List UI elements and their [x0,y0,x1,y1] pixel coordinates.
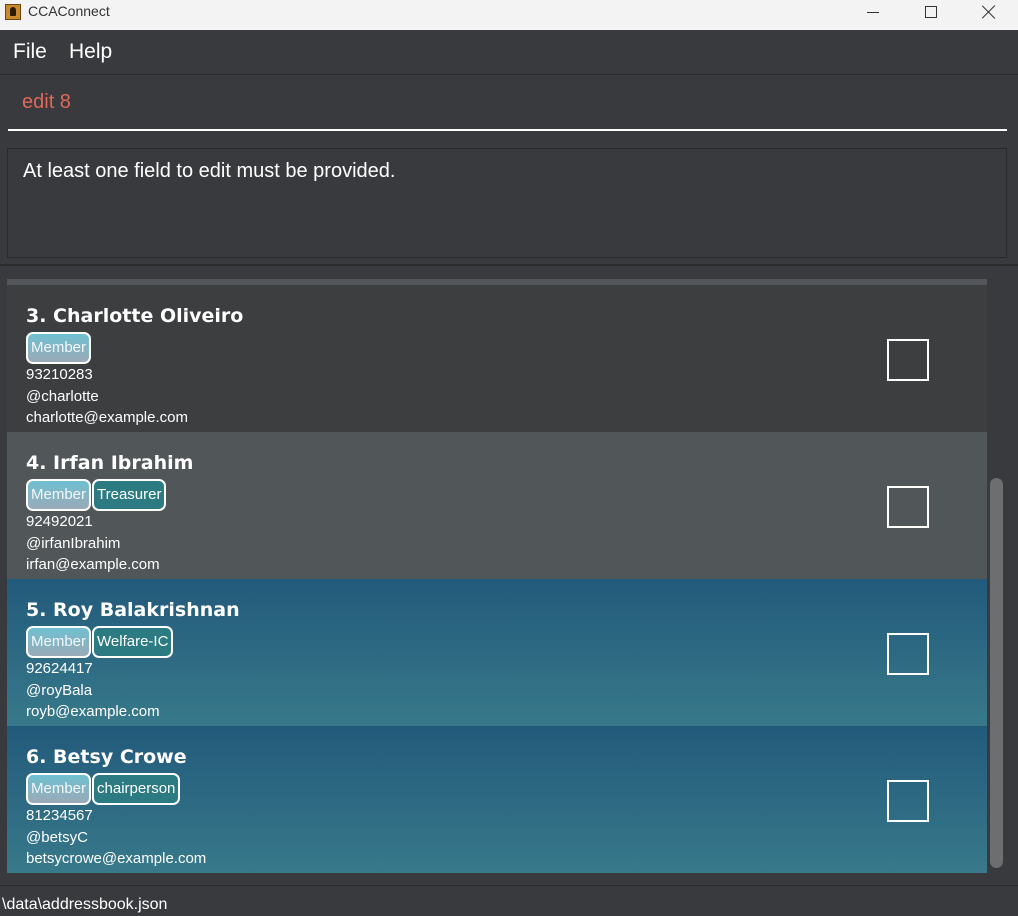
person-checkbox[interactable] [887,486,929,528]
person-telegram: @royBala [26,682,93,699]
tag-role: Treasurer [92,479,167,511]
close-icon [982,5,996,19]
tag-member: Member [26,332,92,364]
person-email: irfan@example.com [26,556,160,573]
tag-list: Member Treasurer [26,479,167,511]
person-email: charlotte@example.com [26,409,188,426]
person-card[interactable]: 4. Irfan Ibrahim Member Treasurer 924920… [7,432,987,579]
minimize-button[interactable] [844,0,902,24]
person-list[interactable]: 3. Charlotte Oliveiro Member 93210283 @c… [7,279,987,873]
person-email: royb@example.com [26,703,160,720]
app-icon [5,4,21,20]
person-card[interactable]: 6. Betsy Crowe Member chairperson 812345… [7,726,987,873]
person-card[interactable]: 3. Charlotte Oliveiro Member 93210283 @c… [7,285,987,432]
title-bar: CCAConnect [0,0,1018,30]
person-name: 3. Charlotte Oliveiro [26,305,244,327]
person-checkbox[interactable] [887,633,929,675]
result-display[interactable]: At least one field to edit must be provi… [7,148,1007,258]
tag-member: Member [26,773,92,805]
divider [0,264,1018,266]
person-checkbox[interactable] [887,339,929,381]
person-phone: 92492021 [26,513,93,530]
person-phone: 93210283 [26,366,93,383]
person-phone: 81234567 [26,807,93,824]
tag-list: Member [26,332,92,364]
person-phone: 92624417 [26,660,93,677]
tag-role: Welfare-IC [92,626,174,658]
menu-bar: File Help [0,30,1018,75]
person-name: 4. Irfan Ibrahim [26,452,194,474]
minimize-icon [867,11,879,13]
command-box [0,75,1018,141]
menu-file[interactable]: File [13,40,47,64]
tag-list: Member Welfare-IC [26,626,174,658]
command-input[interactable] [8,75,1007,131]
person-email: betsycrowe@example.com [26,850,207,867]
scrollbar-thumb[interactable] [990,478,1003,868]
save-location: \data\addressbook.json [2,896,168,913]
tag-list: Member chairperson [26,773,181,805]
menu-help[interactable]: Help [69,40,112,64]
person-checkbox[interactable] [887,780,929,822]
tag-role: chairperson [92,773,181,805]
maximize-button[interactable] [902,0,960,24]
close-button[interactable] [960,0,1018,24]
person-name: 6. Betsy Crowe [26,746,187,768]
result-message: At least one field to edit must be provi… [23,160,396,182]
tag-member: Member [26,626,92,658]
person-card[interactable]: 5. Roy Balakrishnan Member Welfare-IC 92… [7,579,987,726]
status-bar: \data\addressbook.json [0,885,1018,916]
person-telegram: @irfanIbrahim [26,535,121,552]
tag-member: Member [26,479,92,511]
person-telegram: @betsyC [26,829,88,846]
window-title: CCAConnect [28,3,110,19]
person-telegram: @charlotte [26,388,99,405]
person-name: 5. Roy Balakrishnan [26,599,240,621]
maximize-icon [925,6,937,18]
